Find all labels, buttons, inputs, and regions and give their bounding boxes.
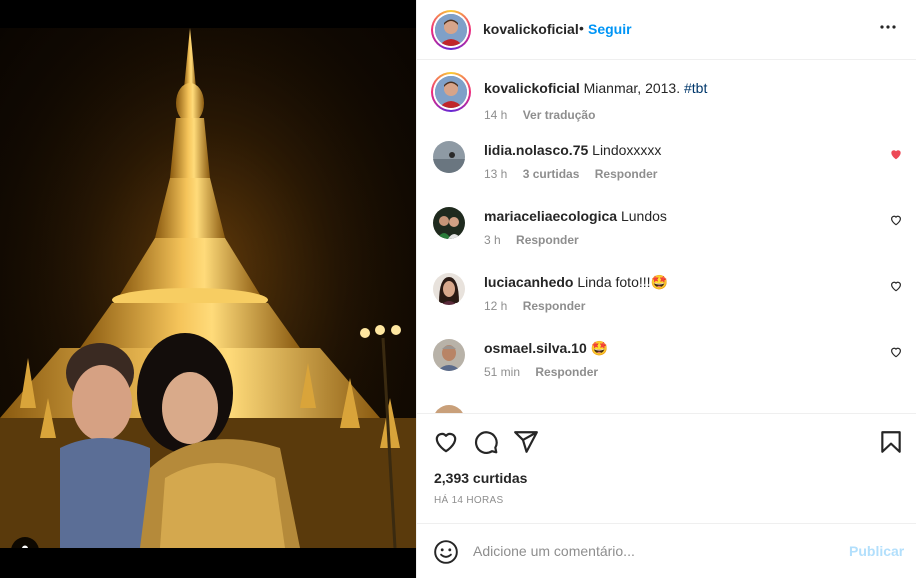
comment-composer: Publicar bbox=[417, 523, 916, 578]
follow-button[interactable]: Seguir bbox=[588, 21, 632, 37]
comment-text: Lundos bbox=[620, 208, 667, 224]
author-avatar[interactable] bbox=[431, 10, 471, 50]
comment-item: osmael.silva.10 🤩 51 min Responder bbox=[433, 339, 903, 399]
header-separator: • bbox=[579, 20, 584, 36]
commenter-avatar[interactable] bbox=[433, 339, 465, 371]
reply-button[interactable]: Responder bbox=[595, 167, 658, 181]
comment-time: 12 h bbox=[484, 299, 508, 313]
caption-hashtag[interactable]: #tbt bbox=[684, 80, 707, 96]
comment-text: Lindoxxxxx bbox=[592, 142, 662, 158]
reply-button[interactable]: Responder bbox=[523, 299, 586, 313]
comment-input[interactable] bbox=[473, 534, 833, 568]
comment-item: lidia.nolasco.75 Lindoxxxxx 13 h 3 curti… bbox=[433, 141, 903, 201]
author-username[interactable]: kovalickoficial bbox=[483, 21, 579, 37]
comment-username[interactable]: lidia.nolasco.75 bbox=[484, 142, 588, 158]
publish-button[interactable]: Publicar bbox=[849, 543, 904, 559]
media-letterbox-bottom bbox=[0, 548, 416, 578]
commenter-avatar[interactable] bbox=[433, 141, 465, 173]
caption-body: kovalickoficial Mianmar, 2013. #tbt 14 h… bbox=[484, 79, 904, 124]
post-media[interactable] bbox=[0, 0, 416, 578]
avatar-photo-icon bbox=[433, 141, 465, 173]
like-heart-icon[interactable] bbox=[433, 429, 459, 455]
comment-item: luciacanhedo Linda foto!!!🤩 12 h Respond… bbox=[433, 273, 903, 333]
reply-button[interactable]: Responder bbox=[516, 233, 579, 247]
pagoda-photo-illustration bbox=[0, 28, 416, 548]
post-photo[interactable] bbox=[0, 28, 416, 548]
comment-time: 3 h bbox=[484, 233, 501, 247]
avatar-photo-icon bbox=[435, 14, 467, 46]
caption-username[interactable]: kovalickoficial bbox=[484, 80, 580, 96]
heart-outline-icon[interactable] bbox=[889, 213, 903, 227]
comment-username[interactable]: luciacanhedo bbox=[484, 274, 573, 290]
reply-button[interactable]: Responder bbox=[535, 365, 598, 379]
post-header: kovalickoficial • Seguir bbox=[417, 0, 916, 60]
media-letterbox-top bbox=[0, 0, 416, 28]
comments-list[interactable]: kovalickoficial Mianmar, 2013. #tbt 14 h… bbox=[417, 61, 916, 413]
commenter-avatar[interactable] bbox=[433, 273, 465, 305]
post-details-panel: kovalickoficial • Seguir kovalickoficial… bbox=[416, 0, 916, 578]
comment-text: 🤩 bbox=[590, 340, 609, 356]
avatar-photo-icon bbox=[433, 273, 465, 305]
heart-outline-icon[interactable] bbox=[889, 345, 903, 359]
post-timestamp[interactable]: HÁ 14 HORAS bbox=[434, 495, 503, 506]
comment-time: 51 min bbox=[484, 365, 521, 379]
caption-time: 14 h bbox=[484, 108, 508, 122]
more-options-button[interactable] bbox=[879, 18, 897, 41]
commenter-avatar[interactable] bbox=[433, 207, 465, 239]
comment-username[interactable]: mariaceliaecologica bbox=[484, 208, 617, 224]
emoji-icon[interactable] bbox=[433, 539, 459, 565]
bookmark-save-icon[interactable] bbox=[878, 429, 904, 455]
likes-count[interactable]: 2,393 curtidas bbox=[434, 470, 527, 486]
comment-time: 13 h bbox=[484, 167, 508, 181]
caption-text: Mianmar, 2013. bbox=[583, 80, 681, 96]
comment-likes-count[interactable]: 3 curtidas bbox=[523, 167, 580, 181]
heart-filled-icon[interactable] bbox=[889, 147, 903, 161]
caption-author-avatar[interactable] bbox=[431, 72, 471, 112]
comment-item: mariaceliaecologica Lundos 3 h Responder bbox=[433, 207, 903, 267]
avatar-photo-icon bbox=[433, 207, 465, 239]
comment-text: Linda foto!!!🤩 bbox=[577, 274, 668, 290]
heart-outline-icon[interactable] bbox=[889, 279, 903, 293]
translate-button[interactable]: Ver tradução bbox=[523, 108, 596, 122]
share-send-icon[interactable] bbox=[513, 429, 539, 455]
comment-bubble-icon[interactable] bbox=[473, 429, 499, 455]
comment-username[interactable]: osmael.silva.10 bbox=[484, 340, 587, 356]
more-horizontal-icon bbox=[880, 25, 896, 29]
commenter-avatar[interactable] bbox=[433, 405, 465, 413]
avatar-photo-icon bbox=[435, 76, 467, 108]
post-actions: 2,393 curtidas HÁ 14 HORAS bbox=[417, 413, 916, 523]
avatar-photo-icon bbox=[433, 339, 465, 371]
